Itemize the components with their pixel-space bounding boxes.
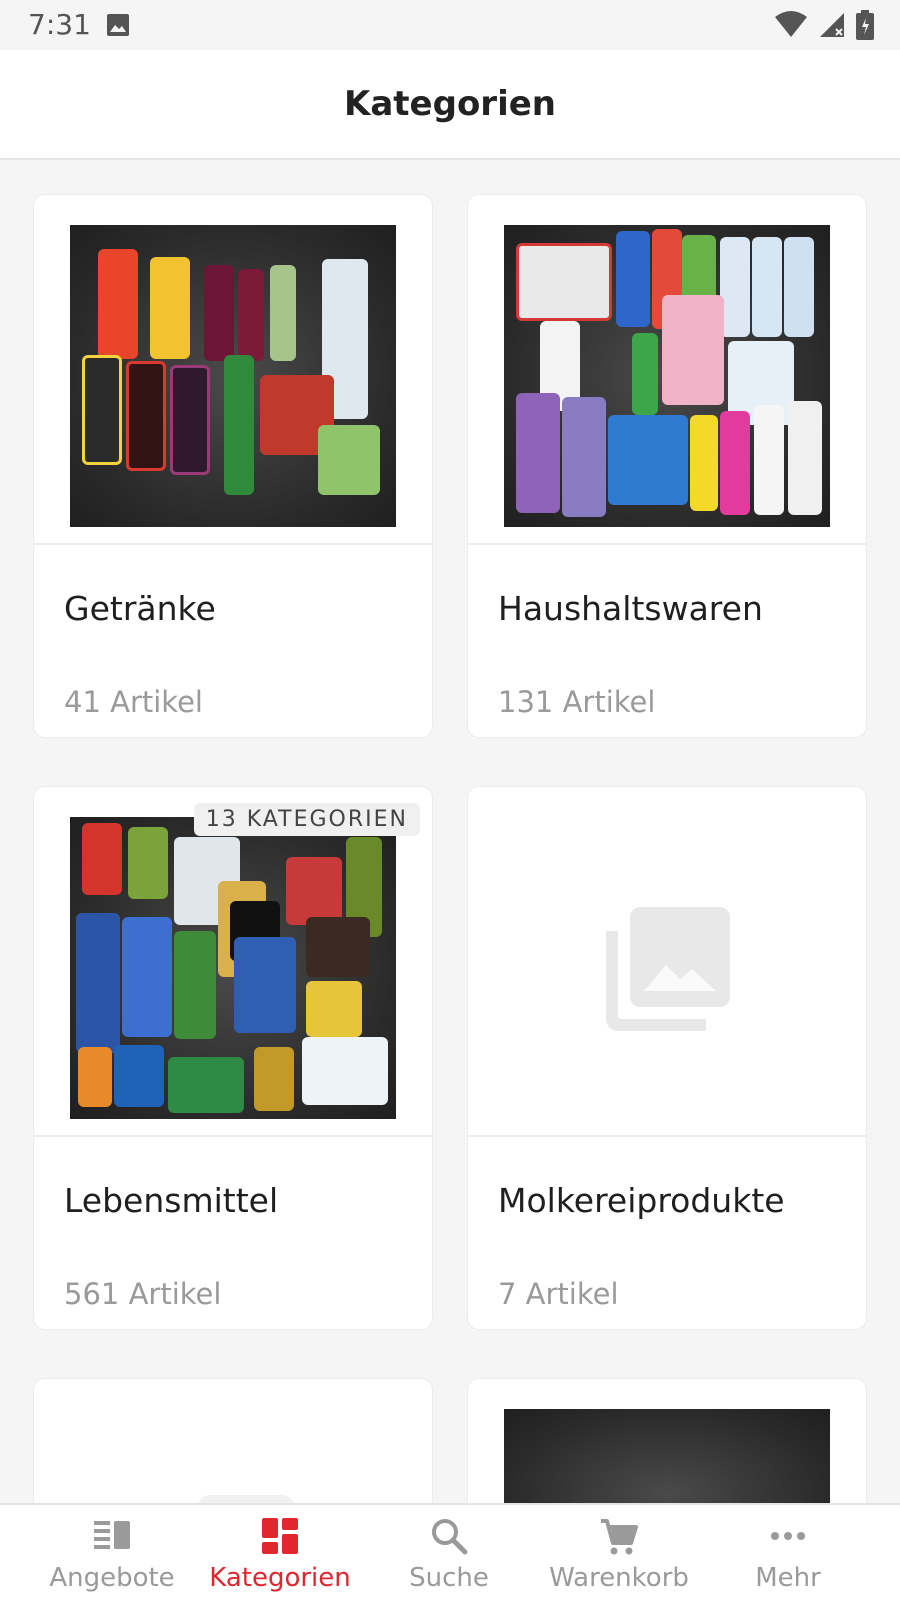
categories-icon xyxy=(261,1517,299,1560)
category-count: 561 Artikel xyxy=(64,1277,222,1311)
category-count: 131 Artikel xyxy=(498,685,656,719)
battery-icon xyxy=(856,10,874,45)
subcategory-badge xyxy=(198,1495,294,1503)
category-grid[interactable]: Getränke 41 Artikel Haushaltswaren 131 A… xyxy=(0,160,900,1503)
nav-label-kategorien: Kategorien xyxy=(209,1563,351,1593)
category-image xyxy=(504,225,830,527)
nav-item-suche[interactable]: Suche xyxy=(364,1505,534,1600)
category-card-getraenke[interactable]: Getränke 41 Artikel xyxy=(33,194,433,738)
category-count: 7 Artikel xyxy=(498,1277,619,1311)
category-image xyxy=(70,225,396,527)
category-name: Getränke xyxy=(64,589,216,628)
category-count: 41 Artikel xyxy=(64,685,203,719)
nav-item-angebote[interactable]: Angebote xyxy=(27,1505,197,1600)
offers-icon xyxy=(92,1517,132,1556)
nav-label-mehr: Mehr xyxy=(755,1563,821,1593)
signal-icon xyxy=(818,11,846,44)
status-time: 7:31 xyxy=(28,8,91,41)
category-card-partial-left[interactable] xyxy=(33,1378,433,1503)
category-image-area: 13 KATEGORIEN xyxy=(34,787,432,1137)
bottom-navigation: Angebote Kategorien Suche Warenkorb Mehr xyxy=(0,1503,900,1600)
category-card-molkereiprodukte[interactable]: Molkereiprodukte 7 Artikel xyxy=(467,786,867,1330)
category-card-haushaltswaren[interactable]: Haushaltswaren 131 Artikel xyxy=(467,194,867,738)
category-name: Haushaltswaren xyxy=(498,589,763,628)
nav-label-suche: Suche xyxy=(409,1563,489,1593)
nav-item-kategorien[interactable]: Kategorien xyxy=(195,1505,365,1600)
app-header: Kategorien xyxy=(0,50,900,160)
category-name: Lebensmittel xyxy=(64,1181,279,1220)
status-icons xyxy=(774,10,874,45)
more-icon xyxy=(768,1517,808,1560)
category-card-partial-right[interactable] xyxy=(467,1378,867,1503)
category-card-lebensmittel[interactable]: 13 KATEGORIEN Lebensmittel 561 Artikel xyxy=(33,786,433,1330)
nav-item-mehr[interactable]: Mehr xyxy=(703,1505,873,1600)
category-image-area xyxy=(468,195,866,545)
status-bar: 7:31 xyxy=(0,0,900,50)
nav-label-angebote: Angebote xyxy=(49,1563,175,1593)
category-image xyxy=(70,817,396,1119)
photo-icon xyxy=(106,13,130,42)
category-name: Molkereiprodukte xyxy=(498,1181,785,1220)
category-image xyxy=(504,1409,830,1503)
category-image-area xyxy=(34,195,432,545)
nav-label-warenkorb: Warenkorb xyxy=(549,1563,689,1593)
page-title: Kategorien xyxy=(344,84,556,124)
nav-item-warenkorb[interactable]: Warenkorb xyxy=(534,1505,704,1600)
cart-icon xyxy=(599,1517,639,1562)
category-image-area xyxy=(468,787,866,1137)
search-icon xyxy=(430,1517,468,1560)
wifi-icon xyxy=(774,11,808,44)
subcategory-badge: 13 KATEGORIEN xyxy=(193,803,420,836)
image-placeholder-icon xyxy=(604,905,732,1038)
